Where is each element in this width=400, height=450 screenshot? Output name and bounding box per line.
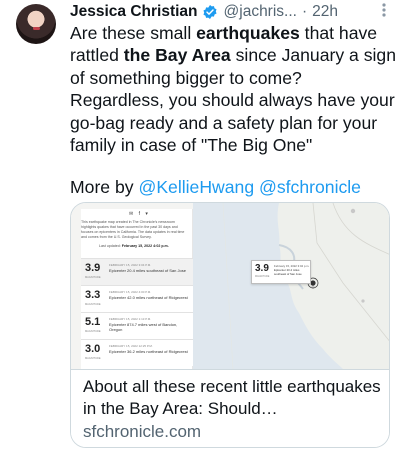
more-by-line: More by @KellieHwang @sfchronicle — [70, 177, 361, 197]
card-footer[interactable]: About all these recent little earthquake… — [71, 369, 389, 447]
verified-badge-icon — [202, 4, 218, 20]
tweet[interactable]: Jessica Christian @jachris... · 22h Are … — [0, 0, 400, 450]
mention-sfchronicle[interactable]: @sfchronicle — [259, 177, 361, 197]
list-item: 3.3 MAGNITUDE FEBRUARY 15, 2022 4:00 P.M… — [81, 285, 193, 312]
last-updated: Last updated: February 15, 2022 4:02 p.m… — [99, 244, 169, 248]
list-item: 5.1 MAGNITUDE FEBRUARY 15, 2022 1:13 P.M… — [81, 312, 193, 339]
map-intro-text: This earthquake map created in The Chron… — [81, 220, 185, 239]
card-domain[interactable]: sfchronicle.com — [83, 422, 201, 442]
list-item: 3.0 MAGNITUDE FEBRUARY 15, 2022 12:25 P.… — [81, 339, 193, 366]
handle[interactable]: @jachris... — [224, 3, 297, 21]
tweet-header: Jessica Christian @jachris... · 22h — [70, 2, 392, 22]
earthquake-map — [193, 203, 389, 369]
map-popup: 3.9 MAGNITUDE February 15, 2022 3:04 p.m… — [251, 260, 311, 284]
share-icons: ✉ f ▾ — [129, 211, 150, 217]
link-preview-card[interactable]: ✉ f ▾ This earthquake map created in The… — [70, 202, 390, 448]
avatar[interactable] — [16, 4, 56, 44]
card-image[interactable]: ✉ f ▾ This earthquake map created in The… — [71, 203, 389, 369]
mention-kellie-hwang[interactable]: @KellieHwang — [138, 177, 254, 197]
card-title[interactable]: About all these recent little earthquake… — [83, 376, 383, 420]
display-name[interactable]: Jessica Christian — [70, 3, 198, 21]
tweet-text: Are these small earthquakes that have ra… — [70, 23, 396, 156]
separator-dot: · — [301, 3, 308, 20]
earthquake-list-panel: ✉ f ▾ This earthquake map created in The… — [81, 209, 193, 369]
more-options-icon[interactable] — [382, 2, 386, 23]
timestamp[interactable]: 22h — [312, 3, 338, 21]
list-item: 3.9 MAGNITUDE FEBRUARY 15, 2022 3:04 P.M… — [81, 258, 193, 285]
